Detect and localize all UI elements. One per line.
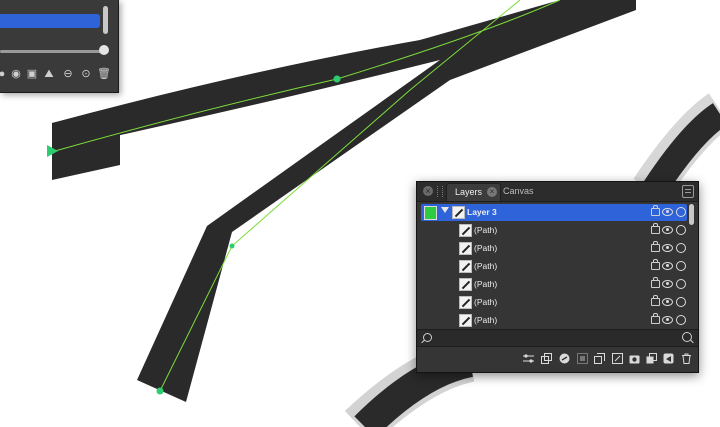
panel-header: × Layers × Canvas [417, 182, 698, 202]
layer-label: (Path) [474, 225, 498, 235]
path-thumbnail [459, 314, 472, 327]
slider-track[interactable] [0, 50, 102, 53]
scrollbar[interactable] [103, 6, 108, 34]
lock-icon[interactable] [651, 205, 660, 216]
layers-panel: × Layers × Canvas Layer 3 (Path) (Path) … [416, 181, 699, 373]
layer-row[interactable]: (Path) [421, 258, 687, 275]
lock-icon[interactable] [651, 295, 660, 306]
minus-circle-icon[interactable]: ⊖ [62, 68, 74, 80]
visibility-circle-icon[interactable] [676, 297, 686, 307]
group-icon[interactable] [594, 353, 605, 364]
layer-list-scrollbar[interactable] [689, 204, 694, 225]
brush-stroke-right[interactable] [633, 93, 720, 202]
eye-icon[interactable] [662, 226, 673, 234]
eye-icon[interactable] [662, 262, 673, 270]
layer-label: (Path) [474, 315, 498, 325]
vector-icon[interactable] [612, 353, 623, 364]
panel-toolbar: ● ◉ ▣ ⛰ ⊖ ⊙ 🗑 [0, 68, 118, 82]
layer-thumbnail [452, 206, 465, 219]
eye-icon[interactable] [662, 280, 673, 288]
layer-row[interactable]: Layer 3 [421, 204, 687, 221]
slider-knob[interactable] [99, 45, 109, 55]
layer-row[interactable]: (Path) [421, 222, 687, 239]
image-icon[interactable]: ▣ [26, 68, 38, 80]
visibility-circle-icon[interactable] [676, 207, 686, 217]
visibility-circle-icon[interactable] [676, 225, 686, 235]
layer-list: Layer 3 (Path) (Path) (Path) (Path) (Pat… [417, 202, 698, 328]
lock-icon[interactable] [651, 313, 660, 324]
close-tab-icon[interactable]: × [487, 187, 498, 197]
layers-toolbar [417, 348, 698, 370]
adjustments-icon[interactable] [523, 353, 534, 364]
trash-icon[interactable]: 🗑 [97, 68, 111, 80]
send-icon[interactable] [663, 353, 674, 364]
eye-icon[interactable] [662, 208, 673, 216]
zoom-icon[interactable]: ⊙ [80, 68, 92, 80]
layer-icon[interactable] [646, 353, 657, 364]
radio-icon[interactable]: ◉ [10, 68, 22, 80]
camera-icon[interactable] [629, 353, 640, 364]
layer-row[interactable]: (Path) [421, 276, 687, 293]
duplicate-icon[interactable] [541, 353, 552, 364]
layer-row[interactable]: (Path) [421, 240, 687, 257]
lock-icon[interactable] [651, 277, 660, 288]
layer-label: Layer 3 [467, 207, 497, 217]
layer-row[interactable]: (Path) [421, 294, 687, 311]
path-node-2[interactable] [229, 243, 235, 249]
eye-icon[interactable] [662, 298, 673, 306]
tab-layers-label: Layers [455, 187, 483, 197]
selected-row[interactable] [0, 14, 100, 28]
path-thumbnail [459, 242, 472, 255]
search-icon [423, 333, 432, 342]
visibility-circle-icon[interactable] [676, 261, 686, 271]
lock-icon[interactable] [651, 259, 660, 270]
path-thumbnail [459, 278, 472, 291]
eye-icon[interactable] [662, 244, 673, 252]
visibility-circle-icon[interactable] [676, 243, 686, 253]
layer-row[interactable]: (Path) [421, 312, 687, 329]
path-thumbnail [459, 296, 472, 309]
tab-canvas[interactable]: Canvas [503, 183, 534, 200]
tab-layers[interactable]: Layers × [446, 183, 502, 201]
trash-icon[interactable] [681, 353, 692, 364]
path-thumbnail [459, 260, 472, 273]
close-panel-icon[interactable]: × [423, 186, 433, 196]
lock-icon[interactable] [651, 223, 660, 234]
path-node-3[interactable] [156, 387, 164, 395]
fx-icon[interactable] [559, 353, 570, 364]
layer-label: (Path) [474, 279, 498, 289]
visibility-circle-icon[interactable] [676, 279, 686, 289]
layer-color-swatch[interactable] [424, 206, 437, 220]
layer-label: (Path) [474, 243, 498, 253]
layer-search-bar [417, 329, 698, 347]
partial-panel-top-left: ● ◉ ▣ ⛰ ⊖ ⊙ 🗑 [0, 0, 119, 93]
circle-icon[interactable]: ● [0, 68, 8, 80]
visibility-circle-icon[interactable] [676, 315, 686, 325]
lock-icon[interactable] [651, 241, 660, 252]
path-thumbnail [459, 224, 472, 237]
mountain-icon[interactable]: ⛰ [43, 68, 55, 80]
layer-label: (Path) [474, 297, 498, 307]
layer-label: (Path) [474, 261, 498, 271]
layer-search-input[interactable] [435, 332, 675, 344]
mask-icon[interactable] [577, 353, 588, 364]
drag-grip-icon[interactable] [437, 186, 443, 197]
path-node-1[interactable] [333, 75, 341, 83]
zoom-to-layer-icon[interactable] [682, 332, 692, 342]
expand-triangle-icon[interactable] [441, 207, 449, 213]
panel-menu-icon[interactable] [682, 185, 694, 198]
eye-icon[interactable] [662, 316, 673, 324]
